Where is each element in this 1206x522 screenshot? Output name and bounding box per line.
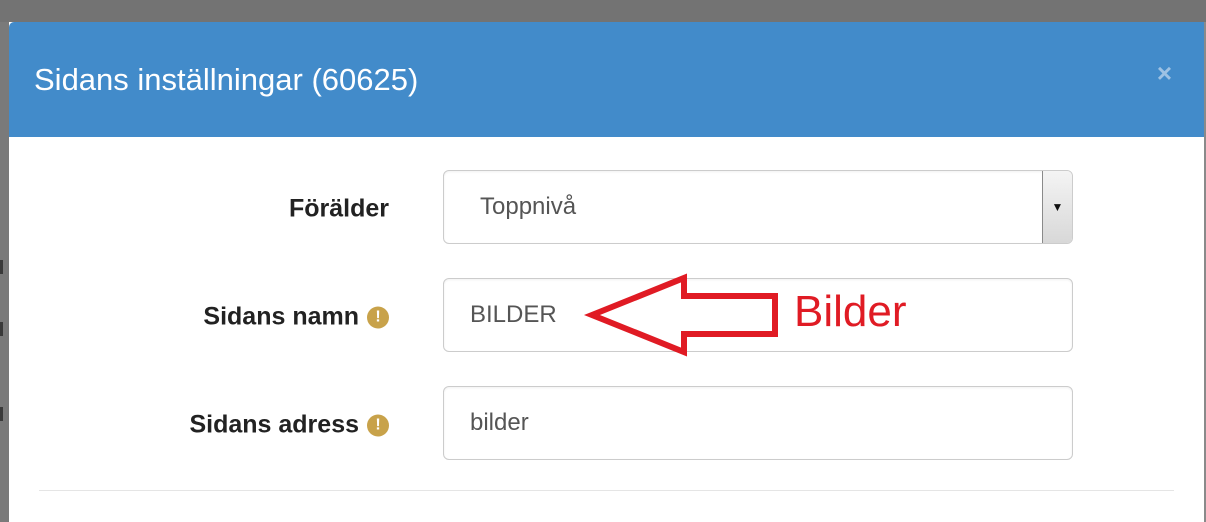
exclamation-circle-icon: ! [367,414,389,436]
annotation-arrow-icon [583,273,778,357]
close-button[interactable]: × [1157,60,1172,86]
form-row-parent: Förälder Toppnivå ▼ [9,170,1204,248]
form-row-page-address: Sidans adress ! bilder [9,386,1204,464]
backdrop-tick [0,407,3,421]
parent-selected-value: Toppnivå [480,193,577,220]
modal-header: Sidans inställningar (60625) × [9,22,1204,137]
screenshot-stage: Sidans inställningar (60625) × Förälder … [0,0,1206,522]
parent-label-text: Förälder [288,194,389,223]
page-name-value: BILDER [470,301,557,328]
parent-select[interactable]: Toppnivå ▼ [443,170,1073,244]
backdrop-text-fragment [80,0,120,12]
page-address-label: Sidans adress ! [189,411,389,440]
chevron-down-icon[interactable]: ▼ [1042,171,1072,243]
annotation-label: Bilder [794,287,907,336]
page-address-value: bilder [470,409,529,436]
page-backdrop-left [0,22,9,522]
page-address-input[interactable]: bilder [443,386,1073,460]
page-backdrop-top [0,0,1206,22]
page-name-label-text: Sidans namn [203,302,359,331]
page-name-label: Sidans namn ! [203,303,389,332]
exclamation-circle-icon: ! [367,306,389,328]
parent-label: Förälder [289,195,389,224]
footer-divider [39,490,1174,491]
modal-title: Sidans inställningar (60625) [34,62,419,97]
backdrop-tick [0,322,3,336]
page-address-label-text: Sidans adress [189,410,359,439]
backdrop-tick [0,260,3,274]
